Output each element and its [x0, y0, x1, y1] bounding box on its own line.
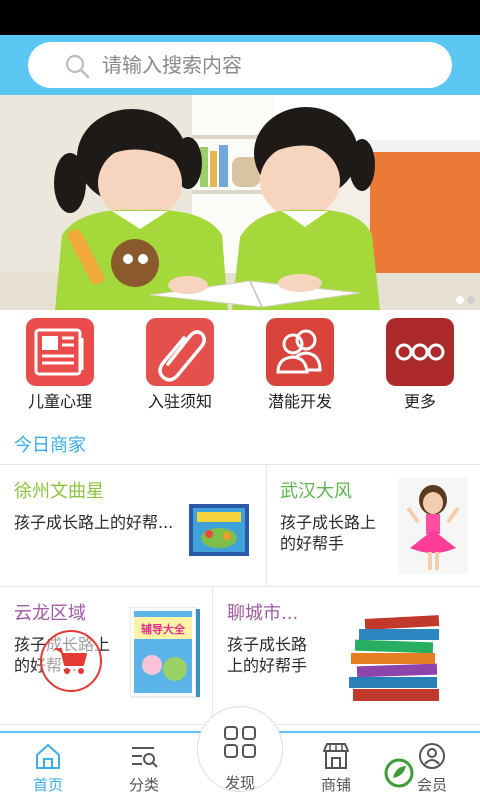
cart-icon — [55, 648, 87, 674]
merchant-card[interactable]: 徐州文曲星 孩子成长路上的好帮... — [0, 465, 266, 586]
carousel-dot[interactable] — [467, 296, 475, 304]
paperclip-icon — [146, 318, 214, 386]
merchant-desc: 孩子成长路上的好帮手 — [280, 513, 377, 553]
quick-link-more[interactable]: 更多 — [360, 310, 480, 422]
carousel-dot[interactable] — [456, 296, 464, 304]
guidebook-title: 辅导大全 — [141, 622, 186, 636]
status-bar — [0, 0, 480, 35]
nav-label: 商铺 — [320, 776, 351, 794]
merchant-name: 武汉大风 — [280, 481, 352, 502]
nav-shop[interactable]: 商铺 — [288, 733, 384, 802]
merchant-name: 聊城市... — [227, 603, 299, 624]
banner-image — [0, 95, 480, 310]
home-icon — [36, 744, 60, 769]
discover-grid-icon — [224, 726, 256, 758]
nav-label: 首页 — [32, 776, 63, 794]
category-search-icon — [132, 747, 158, 768]
search-icon — [65, 54, 90, 79]
nav-discover[interactable]: 发现 — [197, 706, 283, 792]
more-dots-icon — [386, 318, 454, 386]
watermark-logo-icon — [384, 758, 414, 788]
merchant-card[interactable]: 武汉大风 孩子成长路上的好帮手 — [267, 465, 480, 586]
merchant-desc: 孩子成长路上的好帮手 — [227, 635, 308, 675]
merchant-name: 徐州文曲星 — [14, 481, 104, 502]
book-image — [189, 504, 249, 556]
nav-category[interactable]: 分类 — [96, 733, 192, 802]
header: 请输入搜索内容 — [0, 35, 480, 95]
search-input[interactable]: 请输入搜索内容 — [28, 42, 452, 88]
merchant-card[interactable]: 云龙区域 孩子成长路上的好帮... 辅导大全 — [0, 587, 212, 724]
nav-label: 发现 — [224, 774, 255, 792]
quick-link-label: 更多 — [403, 392, 436, 411]
people-icon — [266, 318, 334, 386]
merchant-desc: 孩子成长路上的好帮... — [14, 513, 174, 532]
quick-link-potential-development[interactable]: 潜能开发 — [240, 310, 360, 422]
cart-button[interactable] — [40, 630, 102, 692]
merchant-name: 云龙区域 — [14, 603, 86, 624]
shop-icon — [323, 743, 349, 769]
quick-link-label: 儿童心理 — [27, 392, 92, 411]
member-icon — [419, 743, 445, 769]
quick-link-child-psychology[interactable]: 儿童心理 — [0, 310, 120, 422]
girl-image — [398, 478, 468, 574]
stacked-books-image — [349, 615, 440, 701]
quick-link-join-notice[interactable]: 入驻须知 — [120, 310, 240, 422]
banner-carousel[interactable] — [0, 95, 480, 310]
quick-link-label: 潜能开发 — [267, 392, 332, 411]
search-placeholder: 请输入搜索内容 — [102, 53, 242, 77]
newspaper-icon — [26, 318, 94, 386]
guidebook-image: 辅导大全 — [130, 607, 200, 698]
nav-home[interactable]: 首页 — [0, 733, 96, 802]
section-title: 今日商家 — [14, 435, 86, 456]
quick-link-label: 入驻须知 — [147, 392, 212, 411]
nav-label: 分类 — [128, 776, 159, 794]
merchant-card[interactable]: 聊城市... 孩子成长路上的好帮手 — [213, 587, 480, 724]
